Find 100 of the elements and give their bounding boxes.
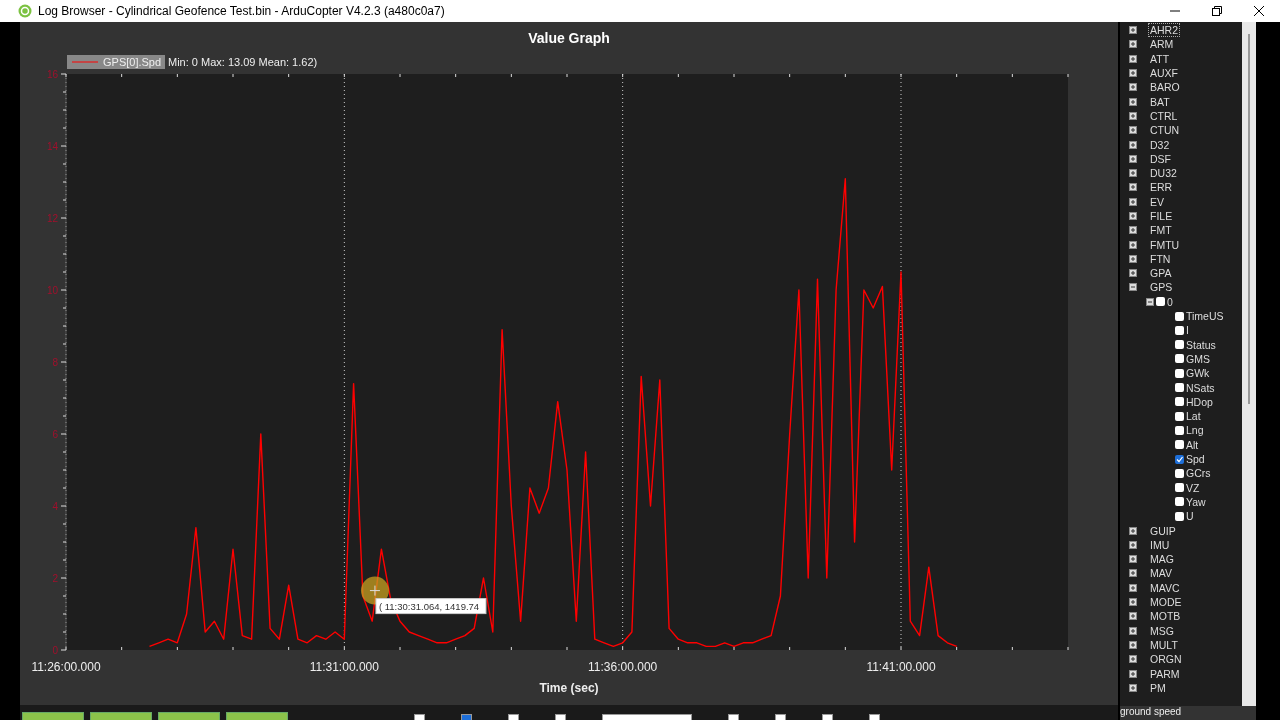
expand-icon[interactable]	[1129, 583, 1137, 592]
tree-item[interactable]: CTUN	[1149, 124, 1181, 137]
checkbox[interactable]	[1175, 325, 1184, 335]
tree-item[interactable]: AHR2	[1149, 24, 1179, 37]
expand-icon[interactable]	[1129, 169, 1137, 178]
tree-item[interactable]: MAV	[1149, 567, 1173, 580]
tree-item[interactable]: PARM	[1149, 667, 1181, 680]
expand-icon[interactable]	[1129, 69, 1137, 78]
tree-item[interactable]: CTRL	[1149, 109, 1179, 122]
checkbox[interactable]	[775, 714, 786, 720]
tree-item[interactable]: Yaw	[1185, 495, 1207, 508]
tree-item[interactable]: HDop	[1185, 395, 1214, 408]
tree-item[interactable]: Status	[1185, 338, 1217, 351]
expand-icon[interactable]	[1129, 569, 1137, 578]
tree-item[interactable]: FTN	[1149, 252, 1172, 265]
tree-item[interactable]: TimeUS	[1185, 310, 1225, 323]
expand-icon[interactable]	[1129, 240, 1137, 249]
tree-item[interactable]: MOTB	[1149, 610, 1182, 623]
tree-item[interactable]: AUXF	[1149, 67, 1179, 80]
tree-item[interactable]: ARM	[1149, 38, 1175, 51]
expand-icon[interactable]	[1129, 97, 1137, 106]
tree-item[interactable]: Spd	[1185, 453, 1206, 466]
expand-icon[interactable]	[1129, 269, 1137, 278]
checkbox[interactable]	[555, 714, 566, 720]
tree-item[interactable]: BAT	[1149, 95, 1171, 108]
checkbox[interactable]	[1175, 397, 1184, 407]
checkbox[interactable]	[1156, 297, 1165, 307]
tree-item[interactable]: DSF	[1149, 152, 1172, 165]
checkbox[interactable]	[822, 714, 833, 720]
collapse-icon[interactable]	[1146, 297, 1154, 306]
checkbox[interactable]	[1175, 368, 1184, 378]
expand-icon[interactable]	[1129, 83, 1137, 92]
checkbox[interactable]	[1175, 440, 1184, 450]
tree-item[interactable]: GPS	[1149, 281, 1174, 294]
tree-item[interactable]: VZ	[1185, 481, 1201, 494]
expand-icon[interactable]	[1129, 183, 1137, 192]
tree-item[interactable]: EV	[1149, 195, 1165, 208]
tree-item[interactable]: ATT	[1149, 52, 1171, 65]
expand-icon[interactable]	[1129, 526, 1137, 535]
tree-item[interactable]: PM	[1149, 681, 1167, 694]
tree-item[interactable]: I	[1185, 324, 1190, 337]
tree-item[interactable]: ERR	[1149, 181, 1174, 194]
tree-item[interactable]: MULT	[1149, 638, 1179, 651]
expand-icon[interactable]	[1129, 40, 1137, 49]
expand-icon[interactable]	[1129, 626, 1137, 635]
checkbox[interactable]	[728, 714, 739, 720]
expand-icon[interactable]	[1129, 154, 1137, 163]
tree-item[interactable]: MAVC	[1149, 581, 1181, 594]
expand-icon[interactable]	[1129, 140, 1137, 149]
tree-item[interactable]: Lng	[1185, 424, 1205, 437]
checkbox[interactable]	[1175, 340, 1184, 350]
tree-item[interactable]: IMU	[1149, 538, 1171, 551]
tree-item[interactable]: Alt	[1185, 438, 1200, 451]
tree-item[interactable]: MAG	[1149, 553, 1175, 566]
expand-icon[interactable]	[1129, 254, 1137, 263]
checkbox[interactable]	[414, 714, 425, 720]
checkbox[interactable]	[1175, 311, 1184, 321]
checkbox[interactable]	[1175, 483, 1184, 493]
tree-item[interactable]: GCrs	[1185, 467, 1212, 480]
tree-item[interactable]: GMS	[1185, 352, 1211, 365]
dropdown[interactable]	[602, 714, 692, 720]
tree-item[interactable]: FMT	[1149, 224, 1173, 237]
tree-item[interactable]: BARO	[1149, 81, 1181, 94]
expand-icon[interactable]	[1129, 640, 1137, 649]
tree-item[interactable]: NSats	[1185, 381, 1216, 394]
checkbox[interactable]	[1175, 383, 1184, 393]
checkbox[interactable]	[1175, 511, 1184, 521]
checkbox[interactable]	[1175, 411, 1184, 421]
expand-icon[interactable]	[1129, 655, 1137, 664]
checkbox[interactable]	[1175, 454, 1184, 464]
expand-icon[interactable]	[1129, 197, 1137, 206]
tree-item[interactable]: D32	[1149, 138, 1171, 151]
tree-item[interactable]: GUIP	[1149, 524, 1177, 537]
tree-item[interactable]: GWk	[1185, 367, 1211, 380]
tree-item[interactable]: MSG	[1149, 624, 1175, 637]
tree-item[interactable]: ORGN	[1149, 653, 1183, 666]
tree-item[interactable]: 0	[1166, 295, 1174, 308]
checkbox[interactable]	[1175, 425, 1184, 435]
tree-item[interactable]: DU32	[1149, 167, 1178, 180]
expand-icon[interactable]	[1129, 26, 1137, 35]
expand-icon[interactable]	[1129, 540, 1137, 549]
expand-icon[interactable]	[1129, 555, 1137, 564]
expand-icon[interactable]	[1129, 54, 1137, 63]
checkbox[interactable]	[1175, 468, 1184, 478]
tree-item[interactable]: FILE	[1149, 210, 1174, 222]
checkbox[interactable]	[869, 714, 880, 720]
checkbox[interactable]	[461, 714, 472, 720]
expand-icon[interactable]	[1129, 126, 1137, 135]
expand-icon[interactable]	[1129, 669, 1137, 678]
expand-icon[interactable]	[1129, 612, 1137, 621]
expand-icon[interactable]	[1129, 683, 1137, 692]
checkbox[interactable]	[1175, 497, 1184, 507]
tree-item[interactable]: FMTU	[1149, 238, 1181, 251]
checkbox[interactable]	[508, 714, 519, 720]
tree-item[interactable]: Lat	[1185, 410, 1202, 423]
expand-icon[interactable]	[1129, 111, 1137, 120]
collapse-icon[interactable]	[1129, 283, 1137, 292]
checkbox[interactable]	[1175, 354, 1184, 364]
tree-item[interactable]: GPA	[1149, 267, 1173, 280]
expand-icon[interactable]	[1129, 226, 1137, 235]
